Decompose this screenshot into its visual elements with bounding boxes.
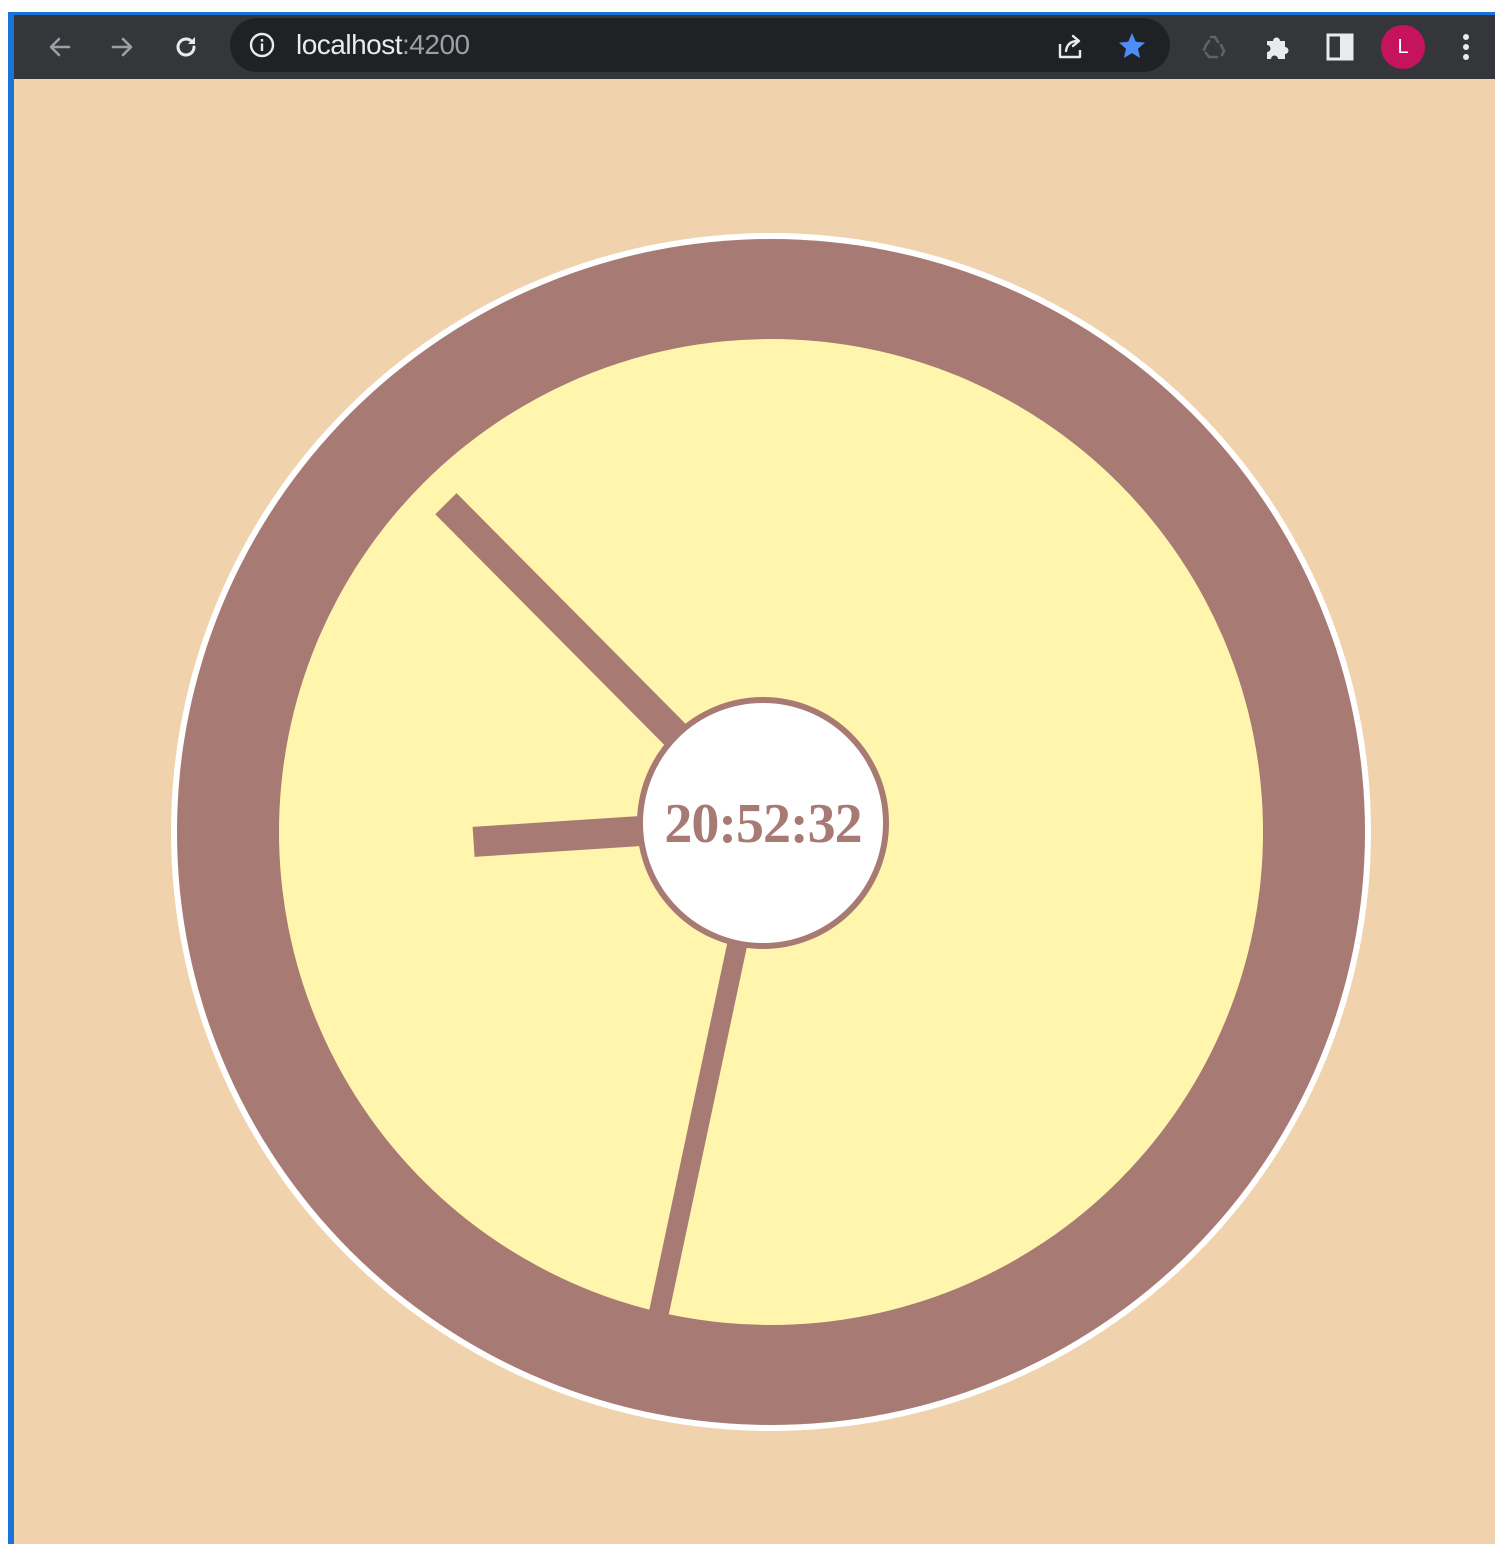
share-icon bbox=[1058, 34, 1082, 59]
side-panel-button[interactable] bbox=[1320, 27, 1360, 67]
address-bar[interactable]: localhost:4200 bbox=[230, 18, 1170, 72]
extensions-button[interactable] bbox=[1258, 27, 1298, 67]
url-host: localhost bbox=[296, 29, 403, 60]
recycle-extension-button[interactable] bbox=[1194, 27, 1234, 67]
reload-icon bbox=[176, 37, 196, 57]
url-port: :4200 bbox=[402, 29, 470, 60]
digital-time-readout: 20:52:32 bbox=[664, 793, 862, 855]
side-panel-icon bbox=[1326, 33, 1354, 61]
page-viewport: 20:52:32 bbox=[14, 79, 1495, 1544]
profile-avatar[interactable]: L bbox=[1381, 25, 1425, 69]
star-icon bbox=[1119, 33, 1145, 58]
back-arrow-icon bbox=[49, 37, 71, 57]
recycle-icon bbox=[1202, 35, 1226, 59]
share-button[interactable] bbox=[1054, 30, 1086, 62]
browser-toolbar: localhost:4200 L bbox=[14, 15, 1495, 79]
info-icon bbox=[249, 32, 275, 58]
profile-initial: L bbox=[1397, 35, 1409, 58]
site-info-button[interactable] bbox=[248, 31, 276, 59]
forward-arrow-icon bbox=[111, 37, 133, 57]
forward-button[interactable] bbox=[102, 27, 142, 67]
bookmark-button[interactable] bbox=[1116, 30, 1148, 62]
back-button[interactable] bbox=[40, 27, 80, 67]
browser-window: localhost:4200 L 20:52:32 bbox=[0, 0, 1495, 1544]
puzzle-icon bbox=[1267, 37, 1289, 59]
url-text[interactable]: localhost:4200 bbox=[296, 28, 470, 62]
kebab-menu-icon bbox=[1463, 34, 1469, 60]
reload-button[interactable] bbox=[166, 27, 206, 67]
browser-menu-button[interactable] bbox=[1446, 27, 1486, 67]
